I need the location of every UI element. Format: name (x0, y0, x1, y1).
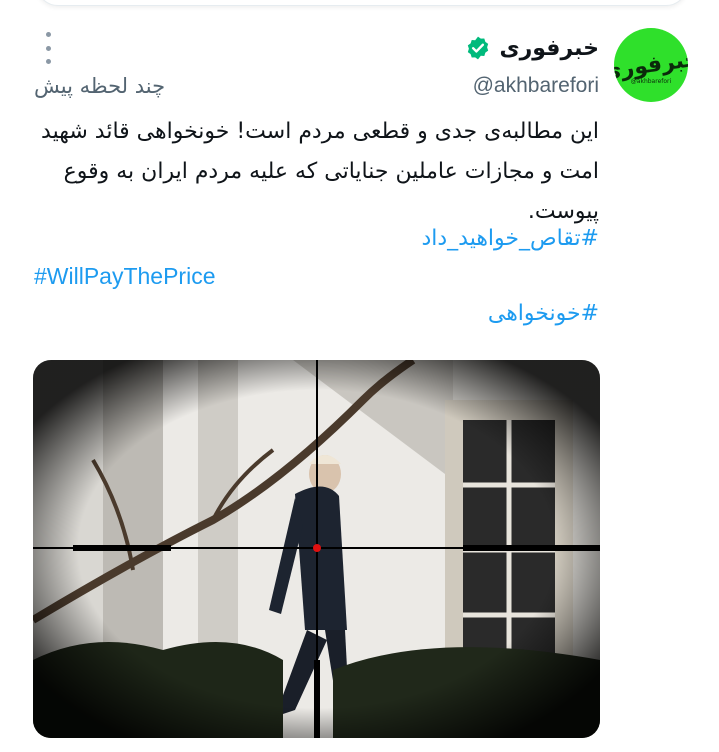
user-handle[interactable]: @akhbarefori (473, 74, 599, 98)
tweet-image[interactable] (33, 360, 600, 738)
hashtag-link[interactable]: #تقاص_خواهید_داد (421, 226, 599, 251)
hashtag-link[interactable]: #WillPayThePrice (34, 263, 216, 290)
tweet[interactable]: خبرفوری @akhbarefori خبرفوری @akhbarefor… (0, 0, 719, 752)
hashtag-link[interactable]: #خونخواهی (488, 301, 599, 326)
tweet-text: این مطالبه‌ی جدی و قطعی مردم است! خونخوا… (41, 119, 599, 224)
verified-badge-icon (468, 36, 489, 60)
display-name[interactable]: خبرفوری (499, 36, 599, 61)
scope-crosshair-icon (33, 360, 600, 738)
more-options-icon[interactable] (42, 32, 54, 64)
avatar-sub-text: @akhbarefori (630, 78, 672, 85)
avatar[interactable]: خبرفوری @akhbarefori (614, 28, 688, 102)
author-name-row[interactable]: خبرفوری (465, 33, 599, 63)
timestamp[interactable]: چند لحظه پیش (34, 74, 165, 98)
